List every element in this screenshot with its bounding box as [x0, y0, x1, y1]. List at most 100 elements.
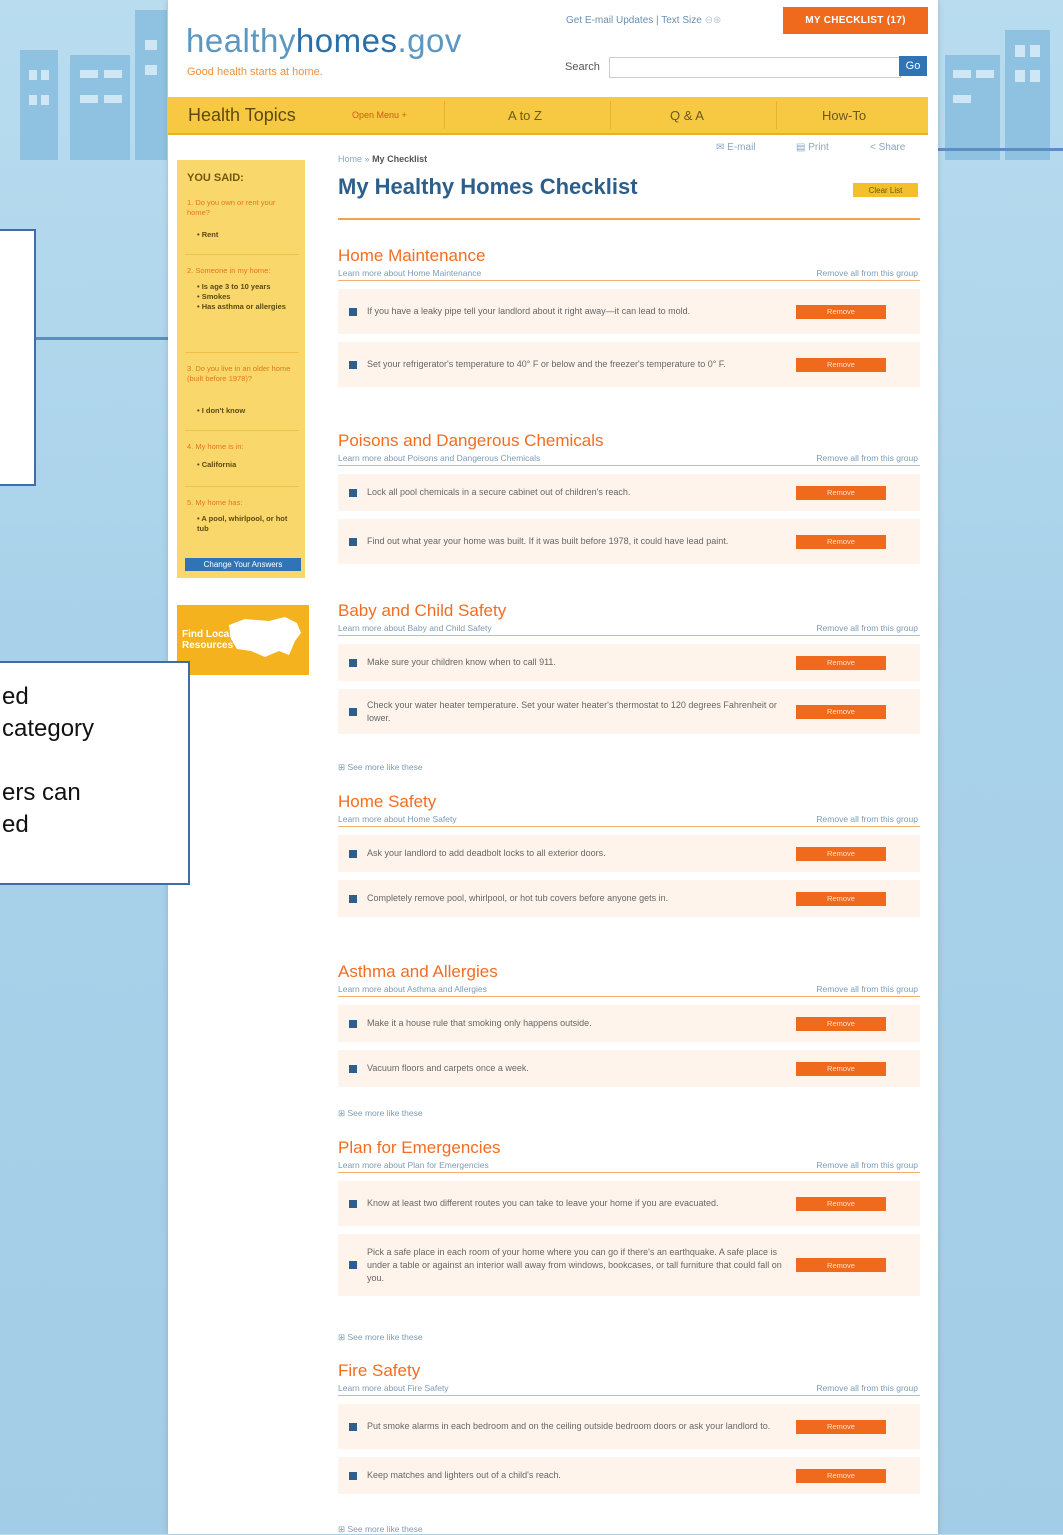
learn-more-link[interactable]: Learn more about Baby and Child Safety [338, 623, 492, 633]
remove-all-link[interactable]: Remove all from this group [816, 1383, 918, 1393]
sidebar-answer: • I don't know [197, 406, 246, 415]
bullet-square-icon [349, 307, 357, 316]
learn-more-link[interactable]: Learn more about Fire Safety [338, 1383, 449, 1393]
sidebar-question: 5. My home has: [187, 498, 243, 507]
remove-button[interactable]: Remove [796, 1061, 886, 1076]
print-action[interactable]: ▤ Print [796, 142, 829, 153]
section-subheader: Learn more about Fire Safety Remove all f… [338, 1381, 920, 1394]
annotation-callout-top [0, 229, 36, 486]
nav-a-to-z[interactable]: A to Z [508, 97, 542, 133]
remove-button[interactable]: Remove [796, 1016, 886, 1031]
remove-all-link[interactable]: Remove all from this group [816, 814, 918, 824]
nav-health-topics[interactable]: Health Topics [188, 97, 296, 133]
sidebar-answer: • California [197, 460, 237, 469]
share-action[interactable]: < Share [870, 142, 905, 153]
learn-more-link[interactable]: Learn more about Asthma and Allergies [338, 984, 487, 994]
checklist-item: Put smoke alarms in each bedroom and on … [338, 1404, 920, 1449]
logo-text-bold: homes [295, 22, 398, 59]
search-label: Search [565, 61, 600, 73]
checklist-section: Asthma and Allergies Learn more about Ast… [338, 962, 920, 1087]
remove-button[interactable]: Remove [796, 1258, 886, 1272]
nav-open-menu[interactable]: Open Menu + [352, 97, 407, 133]
site-logo[interactable]: healthyhomes.gov [186, 22, 462, 60]
section-divider [338, 1395, 920, 1396]
nav-q-and-a[interactable]: Q & A [670, 97, 704, 133]
section-divider [338, 635, 920, 636]
my-checklist-button[interactable]: MY CHECKLIST (17) [783, 7, 928, 34]
remove-button[interactable]: Remove [796, 891, 886, 906]
nav-divider [444, 101, 445, 129]
checklist-section: Fire Safety Learn more about Fire Safety R… [338, 1361, 920, 1494]
go-button[interactable]: Go [899, 56, 927, 76]
email-action[interactable]: ✉ E-mail [716, 142, 756, 153]
bullet-square-icon [349, 1261, 357, 1269]
section-subheader: Learn more about Plan for Emergencies Rem… [338, 1158, 920, 1171]
see-more-link[interactable]: ⊞ See more like these [338, 762, 423, 773]
checklist-item-text: Ask your landlord to add deadbolt locks … [367, 848, 606, 858]
checklist-section: Home Safety Learn more about Home Safety R… [338, 792, 920, 917]
sidebar-answer: • Is age 3 to 10 years • Smokes • Has as… [197, 282, 286, 311]
remove-button[interactable]: Remove [796, 655, 886, 670]
remove-all-link[interactable]: Remove all from this group [816, 268, 918, 278]
sidebar-divider [185, 430, 299, 431]
callout-leader-top [34, 337, 174, 340]
remove-button[interactable]: Remove [796, 485, 886, 500]
text-size-icon[interactable]: ⊖⊕ [705, 15, 722, 26]
callout-leader-right [938, 148, 1063, 151]
top-links[interactable]: Get E-mail Updates | Text Size ⊖⊕ [566, 15, 721, 26]
sidebar-answer: • Rent [197, 230, 219, 239]
learn-more-link[interactable]: Learn more about Poisons and Dangerous C… [338, 453, 540, 463]
annotation-callout-mid: ed category ers can ed [0, 661, 190, 885]
learn-more-link[interactable]: Learn more about Home Maintenance [338, 268, 481, 278]
remove-button[interactable]: Remove [796, 1196, 886, 1211]
remove-button[interactable]: Remove [796, 846, 886, 861]
remove-all-link[interactable]: Remove all from this group [816, 1160, 918, 1170]
breadcrumb-home-link[interactable]: Home [338, 154, 362, 164]
section-subheader: Learn more about Baby and Child Safety Re… [338, 621, 920, 634]
remove-button[interactable]: Remove [796, 1468, 886, 1483]
checklist-item: Pick a safe place in each room of your h… [338, 1234, 920, 1296]
page-container: healthyhomes.gov Good health starts at h… [168, 0, 938, 1534]
change-answers-button[interactable]: Change Your Answers [185, 558, 301, 571]
breadcrumb: Home » My Checklist [338, 154, 427, 164]
sidebar-title: YOU SAID: [187, 172, 244, 184]
nav-how-to[interactable]: How-To [822, 97, 866, 133]
remove-button[interactable]: Remove [796, 1419, 886, 1434]
section-subheader: Learn more about Asthma and Allergies Rem… [338, 982, 920, 995]
print-icon: ▤ [796, 142, 806, 153]
learn-more-link[interactable]: Learn more about Plan for Emergencies [338, 1160, 489, 1170]
remove-button[interactable]: Remove [796, 357, 886, 372]
checklist-item-text: Find out what year your home was built. … [367, 536, 729, 546]
section-subheader: Learn more about Home Maintenance Remove … [338, 266, 920, 279]
section-subheader: Learn more about Home Safety Remove all f… [338, 812, 920, 825]
search-input[interactable] [609, 57, 901, 78]
sidebar-divider [185, 352, 299, 353]
section-title: Home Maintenance [338, 246, 486, 265]
see-more-link[interactable]: ⊞ See more like these [338, 1332, 423, 1343]
checklist-item: Completely remove pool, whirlpool, or ho… [338, 880, 920, 917]
bullet-square-icon [349, 658, 357, 667]
bullet-square-icon [349, 707, 357, 716]
email-updates-link[interactable]: Get E-mail Updates | Text Size [566, 15, 702, 26]
find-local-resources-button[interactable]: Find Local Resources [177, 605, 309, 675]
checklist-item-text: Make sure your children know when to cal… [367, 657, 556, 667]
see-more-link[interactable]: ⊞ See more like these [338, 1524, 423, 1535]
remove-all-link[interactable]: Remove all from this group [816, 453, 918, 463]
remove-button[interactable]: Remove [796, 704, 886, 719]
remove-all-link[interactable]: Remove all from this group [816, 984, 918, 994]
page-title: My Healthy Homes Checklist [338, 174, 638, 199]
clear-list-button[interactable]: Clear List [853, 183, 918, 197]
remove-button[interactable]: Remove [796, 534, 886, 549]
breadcrumb-current: My Checklist [372, 154, 428, 164]
checklist-item-text: Know at least two different routes you c… [367, 1198, 719, 1208]
checklist-item-text: Keep matches and lighters out of a child… [367, 1470, 561, 1480]
bullet-square-icon [349, 1471, 357, 1480]
bullet-square-icon [349, 488, 357, 497]
learn-more-link[interactable]: Learn more about Home Safety [338, 814, 457, 824]
section-divider [338, 996, 920, 997]
remove-button[interactable]: Remove [796, 304, 886, 319]
checklist-item: Lock all pool chemicals in a secure cabi… [338, 474, 920, 511]
remove-all-link[interactable]: Remove all from this group [816, 623, 918, 633]
see-more-link[interactable]: ⊞ See more like these [338, 1108, 423, 1119]
email-icon: ✉ [716, 142, 725, 153]
